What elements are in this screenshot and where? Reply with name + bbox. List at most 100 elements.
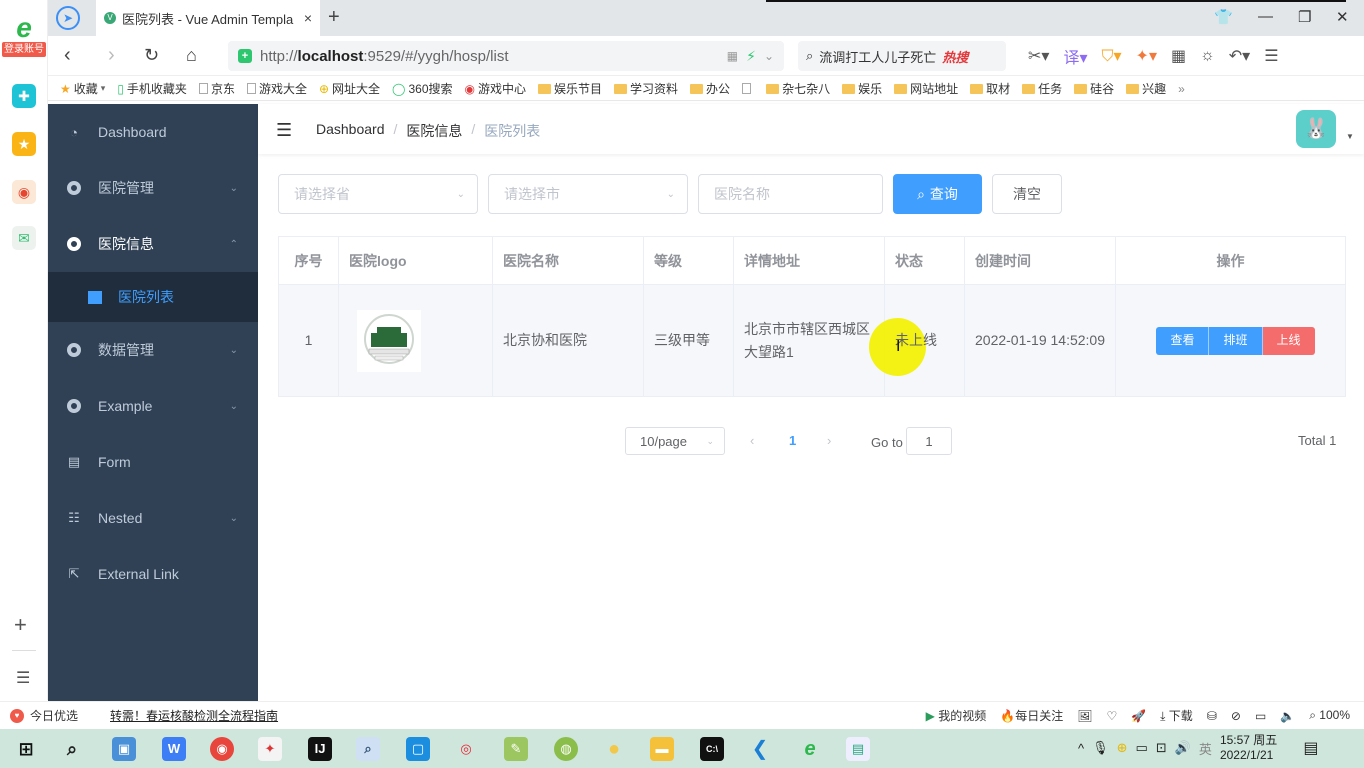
scissors-icon[interactable]: ✂▾ bbox=[1028, 46, 1049, 66]
news-link[interactable]: 转需！春运核酸检测全流程指南 bbox=[110, 707, 278, 724]
reload-icon[interactable]: ↻ bbox=[144, 44, 159, 66]
wallet-icon[interactable]: ⛉▾ bbox=[1101, 46, 1121, 66]
bookmark-item[interactable]: 网站地址 bbox=[894, 80, 958, 97]
360-browser-icon[interactable]: e bbox=[798, 737, 822, 761]
favorites-star-icon[interactable]: ★ bbox=[12, 132, 36, 156]
view-button[interactable]: 查看 bbox=[1156, 326, 1210, 355]
network-icon[interactable]: ⊡ bbox=[1156, 740, 1167, 756]
browser-tab[interactable]: V 医院列表 - Vue Admin Templa × bbox=[96, 0, 320, 36]
bookmark-item[interactable]: 任务 bbox=[1022, 80, 1062, 97]
clock[interactable]: 15:57 周五 2022/1/21 bbox=[1220, 733, 1277, 763]
sidebar-item-data-management[interactable]: 数据管理 ⌄ bbox=[48, 322, 258, 378]
snail-icon[interactable]: ◎ bbox=[454, 737, 478, 761]
rocket-icon[interactable]: 🚀 bbox=[1131, 709, 1146, 723]
bookmark-item[interactable]: ▯ 手机收藏夹 bbox=[117, 80, 187, 97]
image-icon[interactable]: 🖼 bbox=[1077, 709, 1092, 723]
search-text[interactable]: 流调打工人儿子死亡 bbox=[819, 47, 936, 66]
query-button[interactable]: ⌕ 查询 bbox=[893, 174, 982, 214]
health-icon[interactable]: ♡ bbox=[1106, 709, 1117, 723]
navigation-icon[interactable]: ➤ bbox=[56, 6, 80, 30]
360-guard-icon[interactable]: ⊕ bbox=[1117, 740, 1128, 756]
microphone-icon[interactable]: 🎙 bbox=[1092, 740, 1109, 756]
ime-indicator[interactable]: 英 bbox=[1199, 739, 1212, 758]
bookmark-item[interactable]: 兴趣 bbox=[1126, 80, 1166, 97]
page-size-select[interactable]: 10/page ⌄ bbox=[625, 427, 725, 455]
sidebar-item-form[interactable]: ▤ Form bbox=[48, 434, 258, 490]
skin-icon[interactable]: 👕 bbox=[1214, 8, 1233, 26]
browser-logo-icon[interactable]: e bbox=[10, 14, 38, 42]
bookmark-item[interactable]: 京东 bbox=[198, 80, 235, 97]
sidebar-item-nested[interactable]: ☷ Nested ⌄ bbox=[48, 490, 258, 546]
qr-code-icon[interactable]: ▦ bbox=[727, 49, 738, 63]
minimize-button[interactable]: — bbox=[1258, 8, 1273, 25]
schedule-button[interactable]: 排班 bbox=[1209, 326, 1263, 355]
next-page-button[interactable]: › bbox=[827, 433, 831, 448]
weibo-icon[interactable]: ◉ bbox=[12, 180, 36, 204]
breadcrumb-item-dashboard[interactable]: Dashboard bbox=[316, 121, 385, 141]
sidebar-item-hospital-info[interactable]: 医院信息 ⌃ bbox=[48, 216, 258, 272]
bookmarks-more-button[interactable]: » bbox=[1178, 82, 1185, 96]
download-link[interactable]: ⤓ 下载 bbox=[1160, 707, 1193, 724]
caret-down-icon[interactable]: ▾ bbox=[101, 83, 106, 94]
online-button[interactable]: 上线 bbox=[1262, 326, 1315, 355]
caret-down-icon[interactable]: ▼ bbox=[1346, 132, 1354, 141]
page-number-1[interactable]: 1 bbox=[789, 433, 796, 448]
sidebar-item-dashboard[interactable]: ◔ Dashboard bbox=[48, 104, 258, 160]
undo-icon[interactable]: ↶▾ bbox=[1229, 46, 1250, 66]
bookmark-item[interactable]: 学习资料 bbox=[614, 80, 678, 97]
today-picks-link[interactable]: 今日优选 bbox=[30, 707, 78, 724]
vscode-icon[interactable]: ❮ bbox=[748, 737, 772, 761]
close-window-button[interactable]: ✕ bbox=[1336, 8, 1349, 26]
notification-icon[interactable]: ▤ bbox=[1303, 738, 1318, 758]
clean-icon[interactable]: ⊘ bbox=[1231, 709, 1241, 723]
bookmark-item[interactable]: 娱乐节目 bbox=[538, 80, 602, 97]
bookmark-item[interactable]: 游戏大全 bbox=[246, 80, 307, 97]
bookmark-item[interactable]: 办公 bbox=[690, 80, 730, 97]
mail-icon[interactable]: ✉ bbox=[12, 226, 36, 250]
incognito-icon[interactable]: ⛁ bbox=[1207, 709, 1217, 723]
bookmark-item[interactable]: 娱乐 bbox=[842, 80, 882, 97]
url-dropdown-icon[interactable]: ⌄ bbox=[764, 49, 774, 63]
notepad-icon[interactable]: ✎ bbox=[504, 737, 528, 761]
apps-grid-icon[interactable]: ▦ bbox=[1171, 46, 1186, 66]
daily-follow-link[interactable]: 🔥每日关注 bbox=[1000, 707, 1063, 724]
hospital-name-input[interactable]: 医院名称 bbox=[698, 174, 883, 214]
list-icon[interactable]: ☰ bbox=[16, 668, 30, 688]
zoom-level[interactable]: ⌕ 100% bbox=[1309, 708, 1350, 723]
brightness-icon[interactable]: ☼ bbox=[1200, 47, 1215, 65]
sound-icon[interactable]: 🔈 bbox=[1280, 709, 1295, 723]
window-icon[interactable]: ▭ bbox=[1255, 709, 1266, 723]
bookmark-item[interactable]: ★ 收藏 ▾ bbox=[60, 80, 105, 97]
terminal-icon[interactable]: C:\ bbox=[700, 737, 724, 761]
game-icon[interactable]: ✦▾ bbox=[1136, 46, 1157, 66]
breadcrumb-item-hospital-info[interactable]: 医院信息 bbox=[406, 121, 462, 141]
sidebar-item-example[interactable]: Example ⌄ bbox=[48, 378, 258, 434]
search-icon[interactable]: ⌕ bbox=[60, 737, 84, 761]
home-icon[interactable]: ⌂ bbox=[186, 44, 197, 66]
close-tab-icon[interactable]: × bbox=[304, 10, 312, 26]
battery-icon[interactable]: ▭ bbox=[1136, 740, 1148, 756]
virtualbox-icon[interactable]: ▢ bbox=[406, 737, 430, 761]
bookmark-item[interactable]: 杂七杂八 bbox=[766, 80, 830, 97]
new-tab-button[interactable]: + bbox=[328, 6, 340, 29]
sidebar-subitem-hospital-list[interactable]: 医院列表 bbox=[48, 272, 258, 322]
bookmark-item[interactable] bbox=[742, 83, 754, 94]
app-icon[interactable]: ● bbox=[602, 737, 626, 761]
restore-button[interactable]: ❐ bbox=[1298, 8, 1311, 26]
my-video-link[interactable]: ▶ 我的视频 bbox=[926, 707, 987, 724]
volume-icon[interactable]: 🔊 bbox=[1175, 740, 1191, 756]
menu-icon[interactable]: ☰ bbox=[1264, 46, 1278, 66]
clear-button[interactable]: 清空 bbox=[992, 174, 1062, 214]
back-icon[interactable]: ‹ bbox=[64, 44, 71, 66]
file-search-icon[interactable]: ⌕ bbox=[356, 737, 380, 761]
app-store-icon[interactable]: ✚ bbox=[12, 84, 36, 108]
url-bar[interactable]: + http://localhost:9529/#/yygh/hosp/list… bbox=[228, 41, 784, 71]
sidebar-item-external-link[interactable]: ⇱ External Link bbox=[48, 546, 258, 602]
url-text[interactable]: http://localhost:9529/#/yygh/hosp/list bbox=[260, 48, 719, 65]
app-window-icon[interactable]: ▤ bbox=[846, 737, 870, 761]
intellij-icon[interactable]: IJ bbox=[308, 737, 332, 761]
speed-mode-icon[interactable]: ⚡ bbox=[746, 48, 756, 65]
translate-icon[interactable]: 译▾ bbox=[1063, 44, 1087, 68]
bookmark-item[interactable]: ◉ 游戏中心 bbox=[465, 80, 527, 97]
forward-icon[interactable]: › bbox=[108, 44, 115, 66]
